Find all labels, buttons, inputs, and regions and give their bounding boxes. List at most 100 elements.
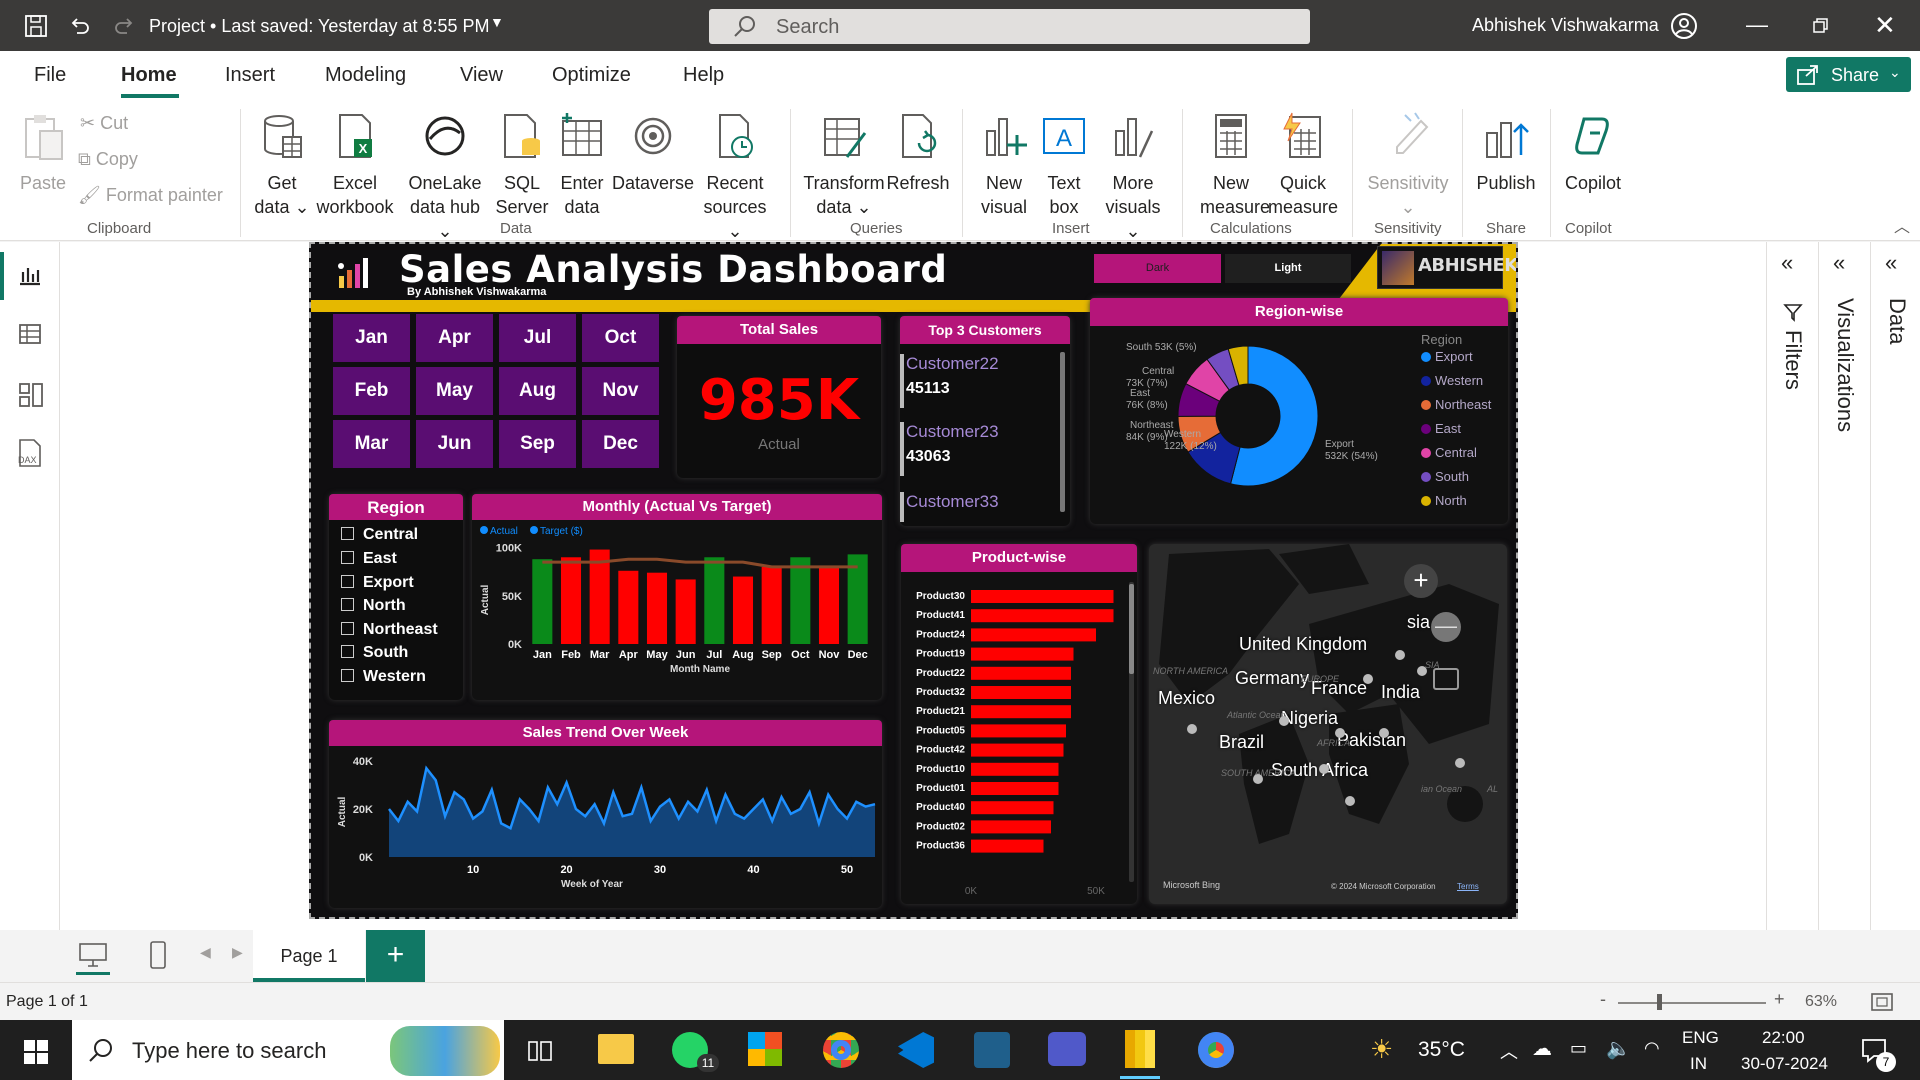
- month-button[interactable]: Sep: [499, 420, 576, 468]
- windows-start-icon[interactable]: [24, 1040, 48, 1064]
- microsoft-store-icon[interactable]: [748, 1032, 782, 1066]
- zoom-out-icon[interactable]: -: [1600, 989, 1606, 1010]
- month-button[interactable]: Oct: [582, 314, 659, 362]
- checkbox[interactable]: [341, 527, 354, 540]
- quick-measure-button[interactable]: Quick measure: [1268, 111, 1338, 219]
- task-view-icon[interactable]: [527, 1038, 553, 1064]
- enter-data-button[interactable]: Enter data: [554, 111, 610, 219]
- map-bubble[interactable]: [1253, 774, 1263, 784]
- minimize-icon[interactable]: —: [1746, 12, 1768, 38]
- sql-server-button[interactable]: SQL Server: [494, 111, 550, 219]
- collapse-ribbon-icon[interactable]: ︿: [1894, 213, 1910, 237]
- chrome-icon[interactable]: [823, 1032, 859, 1068]
- slicer-item[interactable]: Northeast: [341, 621, 438, 639]
- expand-filters-icon[interactable]: «: [1781, 250, 1793, 276]
- select-icon[interactable]: [1433, 668, 1459, 690]
- mobile-layout-icon[interactable]: [148, 940, 168, 970]
- save-icon[interactable]: [24, 14, 48, 38]
- redo-icon[interactable]: [112, 14, 136, 38]
- map-bubble[interactable]: [1417, 666, 1427, 676]
- month-button[interactable]: Feb: [333, 367, 410, 415]
- desktop-layout-icon[interactable]: [78, 942, 108, 968]
- menu-file[interactable]: File: [34, 64, 66, 87]
- zoom-slider[interactable]: [1618, 1002, 1766, 1004]
- checkbox[interactable]: [341, 575, 354, 588]
- visualizations-pane[interactable]: « Visualizations: [1818, 242, 1870, 930]
- legend-item[interactable]: Northeast: [1421, 397, 1491, 412]
- month-button[interactable]: Aug: [499, 367, 576, 415]
- zoom-in-icon[interactable]: +: [1774, 989, 1785, 1010]
- list-item[interactable]: Customer22 45113: [906, 354, 999, 398]
- map-bubble[interactable]: [1319, 764, 1329, 774]
- close-icon[interactable]: ✕: [1874, 10, 1896, 41]
- table-view-icon[interactable]: [18, 322, 42, 346]
- clock-date[interactable]: 30-07-2024: [1741, 1054, 1828, 1074]
- text-box-button[interactable]: A Text box: [1038, 111, 1090, 219]
- sensitivity-button[interactable]: Sensitivity ⌄: [1364, 111, 1452, 219]
- month-button[interactable]: May: [416, 367, 493, 415]
- more-visuals-button[interactable]: More visuals ⌄: [1100, 111, 1166, 243]
- share-button[interactable]: Share ⌄: [1786, 57, 1911, 92]
- vscode-icon[interactable]: [898, 1032, 934, 1068]
- mysql-workbench-icon[interactable]: [974, 1032, 1010, 1068]
- clock-time[interactable]: 22:00: [1762, 1028, 1805, 1048]
- list-item[interactable]: Customer23 43063: [906, 422, 999, 466]
- fit-to-page-icon[interactable]: [1870, 991, 1894, 1013]
- map-bubble[interactable]: [1379, 728, 1389, 738]
- copy-button[interactable]: ⧉ Copy: [78, 147, 138, 171]
- chevron-up-icon[interactable]: ︿: [1500, 1038, 1518, 1064]
- legend-item[interactable]: South: [1421, 469, 1469, 484]
- legend-item[interactable]: East: [1421, 421, 1461, 436]
- volume-icon[interactable]: 🔈: [1606, 1036, 1631, 1061]
- theme-dark-button[interactable]: Dark: [1094, 254, 1221, 283]
- legend-item[interactable]: Central: [1421, 445, 1477, 460]
- month-button[interactable]: Nov: [582, 367, 659, 415]
- map-bubble[interactable]: [1455, 758, 1465, 768]
- map-visual[interactable]: + — United Kingdom Germany France Mexico Ind…: [1149, 544, 1507, 904]
- cut-button[interactable]: ✂ Cut: [80, 111, 128, 135]
- search-input[interactable]: Search: [709, 9, 1310, 44]
- legend-item[interactable]: North: [1421, 493, 1467, 508]
- expand-data-icon[interactable]: «: [1885, 250, 1897, 276]
- month-button[interactable]: Apr: [416, 314, 493, 362]
- expand-visualizations-icon[interactable]: «: [1833, 250, 1845, 276]
- slicer-item[interactable]: Western: [341, 668, 426, 686]
- excel-workbook-button[interactable]: X Excel workbook: [314, 111, 396, 219]
- map-bubble[interactable]: [1187, 724, 1197, 734]
- teams-icon[interactable]: [1048, 1032, 1086, 1066]
- month-button[interactable]: Dec: [582, 420, 659, 468]
- wifi-icon[interactable]: ◠: [1644, 1038, 1660, 1059]
- map-bubble[interactable]: [1345, 796, 1355, 806]
- checkbox[interactable]: [341, 598, 354, 611]
- checkbox[interactable]: [341, 622, 354, 635]
- filters-pane[interactable]: « Filters: [1766, 242, 1818, 930]
- battery-icon[interactable]: ▭: [1570, 1038, 1587, 1059]
- zoom-out-button[interactable]: —: [1431, 612, 1461, 642]
- temperature[interactable]: 35°C: [1418, 1038, 1465, 1062]
- theme-light-button[interactable]: Light: [1225, 254, 1351, 283]
- checkbox[interactable]: [341, 669, 354, 682]
- checkbox[interactable]: [341, 645, 354, 658]
- new-measure-button[interactable]: New measure: [1200, 111, 1270, 219]
- file-explorer-icon[interactable]: [598, 1034, 634, 1064]
- undo-icon[interactable]: [68, 14, 92, 38]
- recent-sources-button[interactable]: Recent sources ⌄: [700, 111, 770, 243]
- weather-icon[interactable]: ☀: [1370, 1034, 1393, 1065]
- menu-optimize[interactable]: Optimize: [552, 64, 631, 87]
- menu-help[interactable]: Help: [683, 64, 724, 87]
- menu-modeling[interactable]: Modeling: [325, 64, 406, 87]
- month-button[interactable]: Mar: [333, 420, 410, 468]
- list-item[interactable]: Customer3360929: [906, 492, 999, 514]
- slicer-item[interactable]: Export: [341, 574, 414, 592]
- report-view-icon[interactable]: [18, 262, 42, 286]
- account-icon[interactable]: [1670, 12, 1698, 40]
- next-page-icon[interactable]: ▶: [232, 944, 243, 961]
- chevron-down-icon[interactable]: ▼: [490, 14, 504, 30]
- publish-button[interactable]: Publish: [1474, 111, 1538, 195]
- slicer-item[interactable]: East: [341, 550, 397, 568]
- data-pane[interactable]: « Data: [1870, 242, 1920, 930]
- zoom-level[interactable]: 63%: [1805, 993, 1837, 1011]
- tab-page-1[interactable]: Page 1: [253, 930, 365, 982]
- document-title[interactable]: Project • Last saved: Yesterday at 8:55 …: [149, 16, 490, 37]
- map-bubble[interactable]: [1363, 674, 1373, 684]
